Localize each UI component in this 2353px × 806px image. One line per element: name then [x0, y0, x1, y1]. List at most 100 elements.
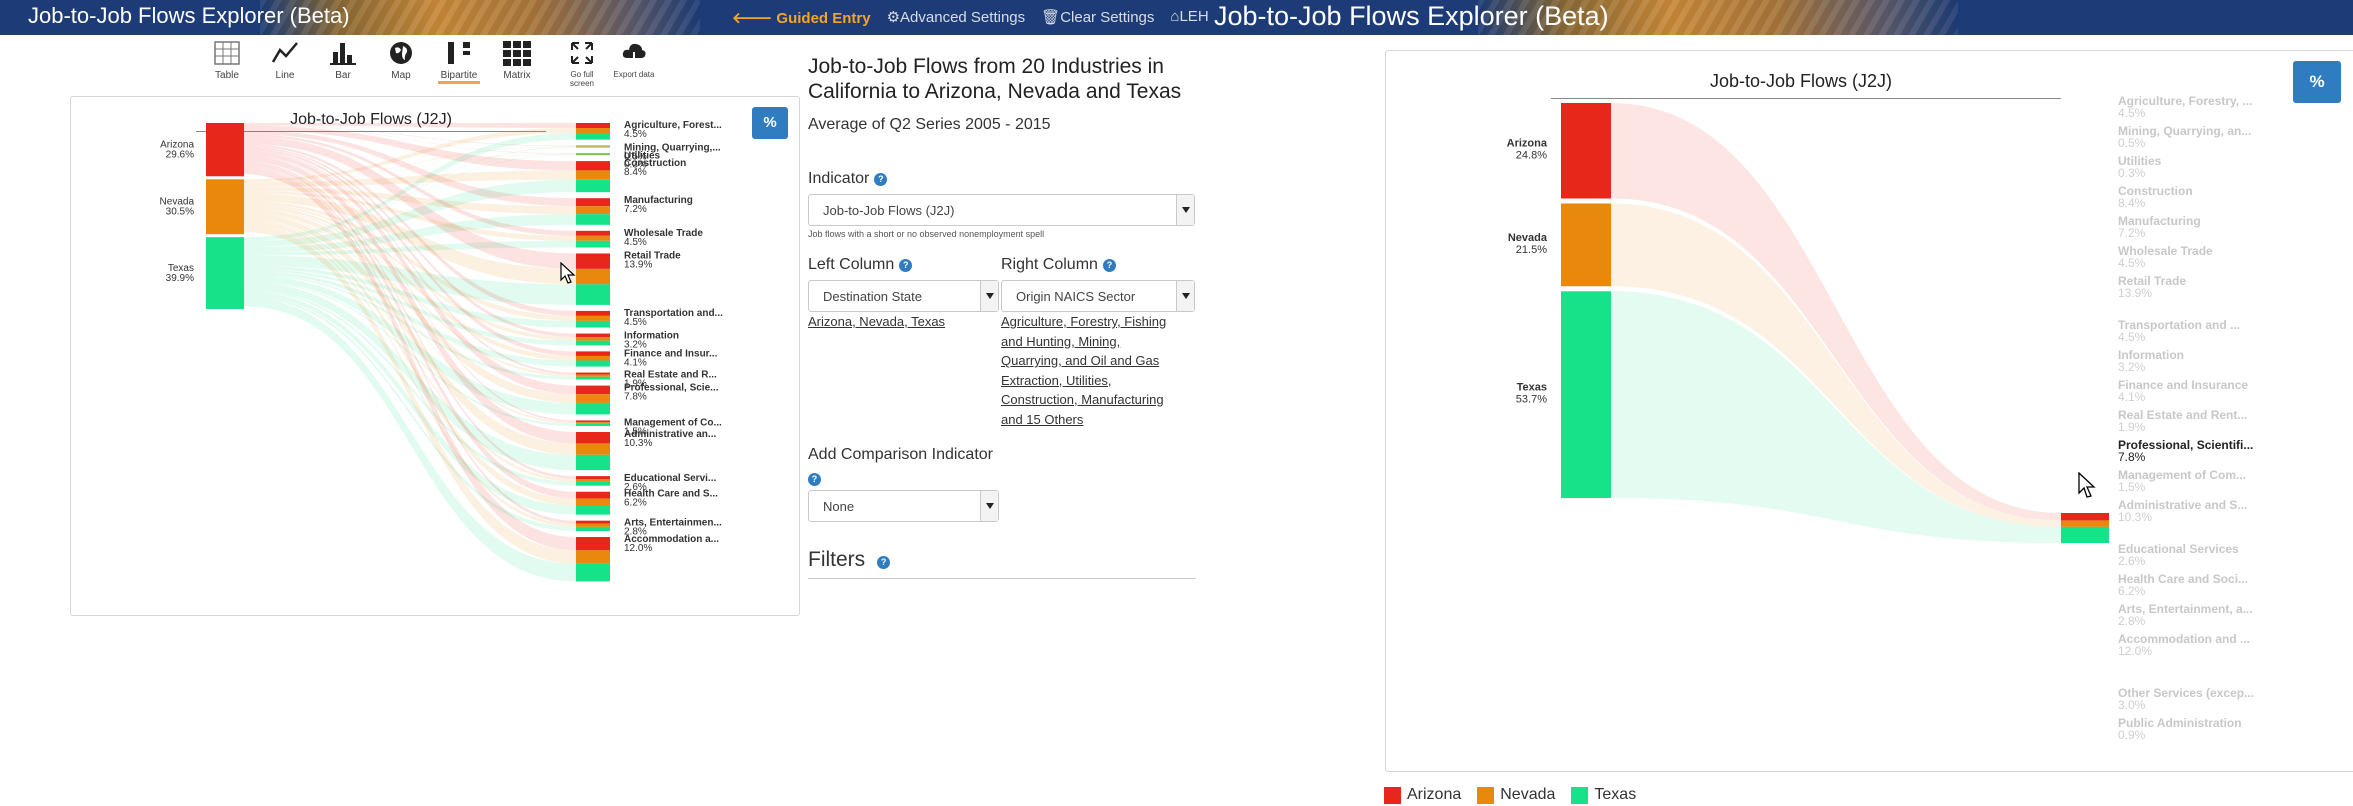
industry-bar-segment[interactable]: [576, 394, 610, 403]
state-bar-arizona[interactable]: [1561, 103, 1611, 199]
help-icon[interactable]: ?: [874, 173, 888, 186]
industry-pct: 7.2%: [2118, 226, 2146, 240]
table-view-button[interactable]: Table: [200, 38, 254, 86]
guided-entry-link[interactable]: 🡐 Guided Entry: [732, 8, 871, 27]
industry-bar-segment[interactable]: [576, 230, 610, 236]
chart-legend: Arizona Nevada Texas: [1384, 786, 1636, 804]
industry-bar-segment[interactable]: [576, 333, 610, 338]
industry-bar-segment[interactable]: [576, 154, 610, 156]
industry-pct: 2.8%: [2118, 614, 2146, 628]
industry-bar-segment[interactable]: [576, 422, 610, 424]
industry-bar-segment[interactable]: [576, 550, 610, 564]
industry-bar-segment[interactable]: [576, 310, 610, 316]
industry-bar-segment[interactable]: [576, 146, 610, 147]
industry-bar-segment[interactable]: [576, 161, 610, 171]
industry-bar-segment[interactable]: [576, 127, 610, 133]
industry-bar-segment[interactable]: [576, 420, 610, 423]
app-title: Job-to-Job Flows Explorer (Beta): [28, 3, 350, 28]
help-icon[interactable]: ?: [1102, 259, 1116, 272]
help-icon[interactable]: ?: [899, 259, 913, 272]
industry-bar-segment[interactable]: [576, 132, 610, 140]
state-bar-texas[interactable]: [206, 237, 244, 309]
industry-bar-segment[interactable]: [2061, 520, 2109, 527]
state-bar-arizona[interactable]: [206, 123, 244, 177]
industry-bar-segment[interactable]: [576, 315, 610, 321]
industry-bar-segment[interactable]: [576, 268, 610, 285]
industry-bar-segment[interactable]: [576, 320, 610, 328]
help-icon[interactable]: ?: [808, 473, 821, 486]
industry-bar-segment[interactable]: [576, 146, 610, 148]
clear-settings-link[interactable]: 🗑Clear Settings: [1041, 8, 1154, 27]
state-bar-nevada[interactable]: [206, 179, 244, 235]
industry-bar-segment[interactable]: [576, 198, 610, 207]
industry-bar-segment[interactable]: [576, 432, 610, 444]
legend-swatch: [1477, 786, 1495, 804]
industry-bar-segment[interactable]: [576, 206, 610, 215]
industry-bar-segment[interactable]: [576, 179, 610, 193]
state-label: Arizona: [1507, 138, 1548, 150]
industry-pct: 4.5%: [2118, 330, 2146, 344]
industry-bar-segment[interactable]: [576, 235, 610, 241]
right-column-selection-link[interactable]: Agriculture, Forestry, Fishing and Hunti…: [1001, 312, 1201, 429]
industry-bar-segment[interactable]: [576, 443, 610, 455]
left-column-select[interactable]: Destination State: [808, 280, 999, 312]
industry-bar-segment[interactable]: [576, 240, 610, 248]
industry-bar-segment[interactable]: [576, 402, 610, 415]
industry-bar-segment[interactable]: [576, 563, 610, 582]
industry-pct: 12.0%: [2118, 644, 2152, 658]
export-data-button[interactable]: Export data: [610, 38, 658, 86]
industry-bar-segment[interactable]: [576, 481, 610, 486]
industry-bar-segment[interactable]: [576, 505, 610, 515]
state-pct: 29.6%: [166, 150, 194, 161]
view-toolbar: Table Line Bar Map Bipartite Matrix Go f…: [200, 38, 658, 88]
state-bar-nevada[interactable]: [1561, 203, 1611, 287]
left-column-selection-link[interactable]: Arizona, Nevada, Texas: [808, 312, 945, 332]
app-title: Job-to-Job Flows Explorer (Beta): [1214, 1, 1609, 31]
help-icon[interactable]: ?: [877, 556, 891, 569]
industry-pct: 4.5%: [624, 317, 647, 328]
industry-bar-segment[interactable]: [576, 423, 610, 426]
matrix-view-button[interactable]: Matrix: [490, 38, 544, 86]
industry-bar-segment[interactable]: [576, 337, 610, 341]
industry-bar-segment[interactable]: [576, 454, 610, 471]
industry-bar-segment[interactable]: [576, 214, 610, 225]
state-bar-texas[interactable]: [1561, 291, 1611, 498]
industry-bar-segment[interactable]: [576, 372, 610, 375]
industry-bar-segment[interactable]: [576, 284, 610, 305]
industry-bar-segment[interactable]: [576, 537, 610, 551]
industry-bar-segment[interactable]: [576, 498, 610, 506]
industry-bar-segment[interactable]: [576, 523, 610, 527]
line-view-button[interactable]: Line: [258, 38, 312, 86]
industry-pct: 10.3%: [624, 438, 652, 449]
industry-bar-segment[interactable]: [576, 491, 610, 499]
bipartite-view-button[interactable]: Bipartite: [432, 38, 486, 86]
industry-bar-segment[interactable]: [576, 340, 610, 346]
industry-bar-segment[interactable]: [576, 360, 610, 367]
industry-bar-segment[interactable]: [576, 526, 610, 532]
industry-bar-segment[interactable]: [2061, 526, 2109, 543]
industry-pct: 12.0%: [624, 543, 652, 554]
industry-bar-segment[interactable]: [576, 376, 610, 380]
state-label: Nevada: [1508, 232, 1548, 244]
industry-bar-segment[interactable]: [576, 253, 610, 269]
right-column-select[interactable]: Origin NAICS Sector: [1001, 280, 1195, 312]
industry-bar-segment[interactable]: [576, 478, 610, 482]
industry-bar-segment[interactable]: [576, 520, 610, 524]
industry-bar-segment[interactable]: [576, 351, 610, 356]
bar-view-button[interactable]: Bar: [316, 38, 370, 86]
indicator-select[interactable]: Job-to-Job Flows (J2J): [808, 194, 1195, 226]
industry-bar-segment[interactable]: [576, 145, 610, 147]
fullscreen-button[interactable]: Go full screen: [558, 38, 606, 88]
industry-bar-segment[interactable]: [576, 355, 610, 361]
map-view-button[interactable]: Map: [374, 38, 428, 86]
industry-bar-segment[interactable]: [576, 374, 610, 377]
industry-bar-segment[interactable]: [576, 476, 610, 479]
comparison-indicator-select[interactable]: None: [808, 490, 999, 522]
mouse-pointer-icon: [2078, 472, 2096, 498]
lehd-home-link[interactable]: ⌂LEHD Home: [1170, 8, 1208, 27]
industry-bar-segment[interactable]: [2061, 513, 2109, 521]
advanced-settings-link[interactable]: ⚙Advanced Settings: [887, 8, 1026, 27]
industry-bar-segment[interactable]: [576, 123, 610, 128]
industry-bar-segment[interactable]: [576, 170, 610, 180]
industry-bar-segment[interactable]: [576, 385, 610, 395]
